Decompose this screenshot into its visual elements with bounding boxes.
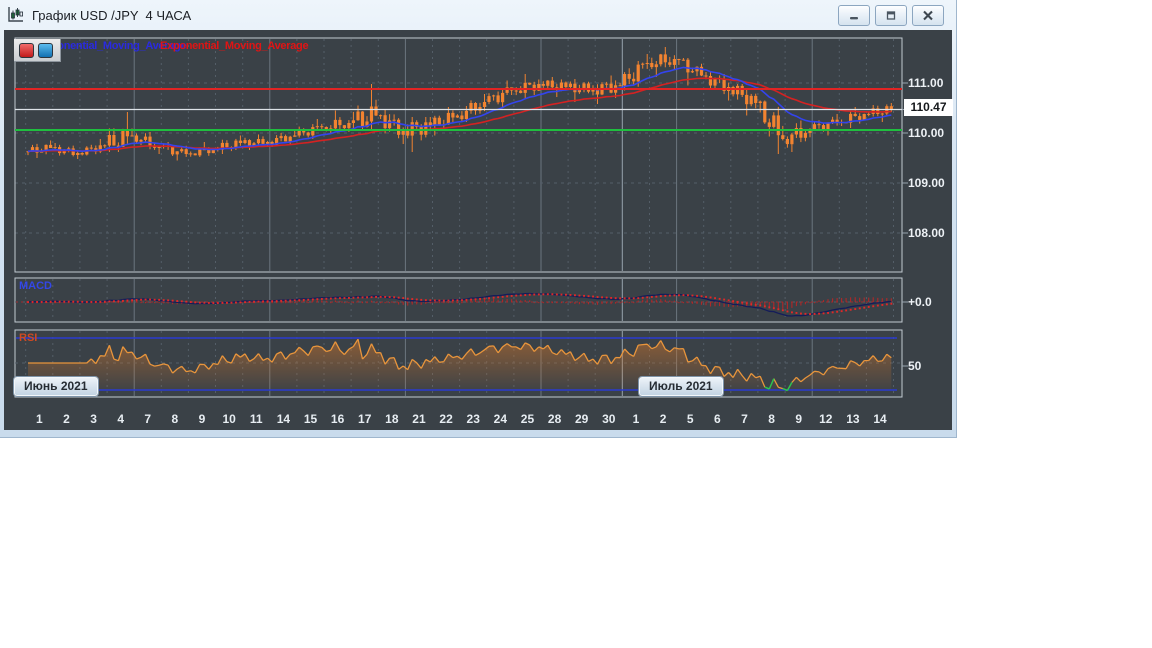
chart-canvas[interactable] — [4, 30, 952, 430]
date-axis-label: 15 — [303, 412, 318, 426]
date-axis-label: 28 — [547, 412, 562, 426]
date-axis-label: 5 — [686, 412, 694, 426]
date-axis-label: 14 — [873, 412, 887, 426]
date-axis-label: 9 — [795, 412, 802, 426]
desktop: График USD /JPY 4 ЧАСА Exponential_Movin… — [0, 0, 1152, 648]
date-axis-label: 11 — [249, 412, 263, 426]
macd-label: MACD — [19, 280, 52, 292]
chart-toolbar — [14, 39, 61, 62]
date-axis-label: 7 — [741, 412, 748, 426]
date-axis-label: 1 — [35, 412, 43, 426]
date-axis-label: 22 — [439, 412, 453, 426]
date-axis-label: 8 — [171, 412, 179, 426]
date-axis-label: 25 — [520, 412, 535, 426]
macd-axis-label: +0.0 — [908, 295, 932, 309]
date-axis-label: 9 — [198, 412, 206, 426]
date-axis-label: 8 — [768, 412, 775, 426]
date-axis-label: 30 — [602, 412, 616, 426]
rsi-label: RSI — [19, 332, 38, 344]
date-axis-label: 2 — [63, 412, 70, 426]
price-axis-label: 108.00 — [908, 226, 945, 240]
window-controls — [838, 4, 950, 26]
date-axis-label: 14 — [276, 412, 291, 426]
titlebar[interactable]: График USD /JPY 4 ЧАСА — [0, 0, 956, 30]
restore-button[interactable] — [875, 4, 907, 26]
month-label-july: Июль 2021 — [639, 377, 723, 396]
window-title: График USD /JPY 4 ЧАСА — [32, 7, 192, 23]
date-axis-label: 16 — [330, 412, 345, 426]
date-axis-label: 12 — [819, 412, 833, 426]
date-axis-label: 21 — [412, 412, 426, 426]
date-axis-label: 3 — [90, 412, 97, 426]
date-axis-label: 7 — [144, 412, 152, 426]
month-label-june: Июнь 2021 — [14, 377, 98, 396]
date-axis-label: 18 — [385, 412, 399, 426]
date-axis-label: 2 — [659, 412, 667, 426]
close-button[interactable] — [912, 4, 944, 26]
current-price-tag: 110.47 — [904, 99, 953, 116]
chart-window-icon — [6, 5, 26, 25]
rsi-axis-label: 50 — [908, 359, 922, 373]
chart-window: График USD /JPY 4 ЧАСА Exponential_Movin… — [0, 0, 957, 438]
date-axis-label: 24 — [493, 412, 507, 426]
date-axis-label: 29 — [575, 412, 589, 426]
date-axis-label: 13 — [846, 412, 860, 426]
date-axis-label: 17 — [358, 412, 372, 426]
price-axis-label: 110.00 — [908, 126, 945, 140]
chart-plot[interactable] — [4, 30, 952, 430]
date-axis-label: 6 — [713, 412, 721, 426]
legend-ema-slow: Exponential_Moving_Average — [160, 40, 309, 52]
price-axis-label: 111.00 — [908, 76, 944, 90]
date-axis-label: 1 — [632, 412, 640, 426]
minimize-button[interactable] — [838, 4, 870, 26]
toolbar-blue-button[interactable] — [38, 42, 53, 58]
price-axis-label: 109.00 — [908, 176, 945, 190]
date-axis-label: 10 — [222, 412, 236, 426]
date-axis-label: 4 — [117, 412, 124, 426]
toolbar-red-button[interactable] — [19, 42, 34, 58]
date-axis-label: 23 — [466, 412, 480, 426]
